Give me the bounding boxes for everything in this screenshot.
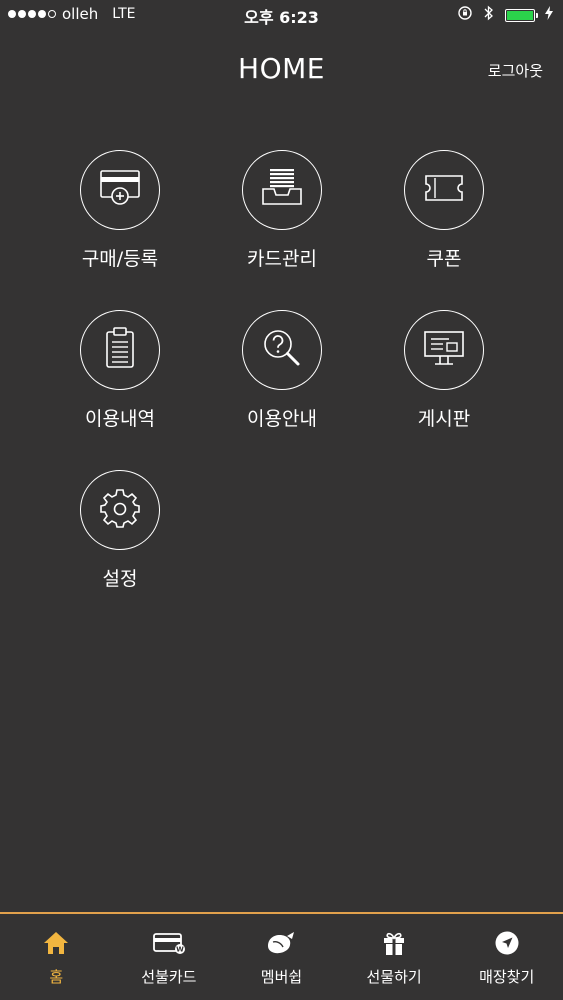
coupon-icon [422, 172, 466, 208]
location-icon [493, 928, 521, 958]
menu-label: 게시판 [417, 408, 471, 430]
menu-circle [80, 470, 160, 550]
logout-button[interactable]: 로그아웃 [488, 60, 543, 81]
tab-prepaid-card[interactable]: W 선불카드 [113, 914, 226, 1000]
menu-item-purchase-register[interactable]: 구매/등록 [39, 150, 201, 310]
board-icon [422, 328, 466, 372]
gear-icon [98, 486, 142, 534]
menu-circle [404, 310, 484, 390]
menu-item-card-management[interactable]: 카드관리 [201, 150, 363, 310]
menu-label: 카드관리 [247, 248, 317, 270]
card-add-icon [98, 168, 142, 212]
page-title: HOME [238, 52, 325, 85]
svg-text:W: W [176, 946, 184, 954]
prepaid-card-icon: W [152, 928, 186, 958]
menu-label: 설정 [102, 568, 138, 590]
menu-circle [80, 310, 160, 390]
menu-circle [404, 150, 484, 230]
menu-circle [80, 150, 160, 230]
menu-item-usage-guide[interactable]: 이용안내 [201, 310, 363, 470]
tab-label: 멤버쉽 [260, 968, 303, 986]
tab-bar: 홈 W 선불카드 멤버쉽 선물하기 매장찾기 [0, 912, 563, 1000]
menu-label: 이용안내 [247, 408, 317, 430]
gift-icon [380, 928, 408, 958]
card-stack-icon [260, 167, 304, 213]
membership-icon [265, 928, 297, 958]
menu-label: 구매/등록 [81, 248, 159, 270]
tab-gift[interactable]: 선물하기 [338, 914, 451, 1000]
menu-circle [242, 150, 322, 230]
tab-home[interactable]: 홈 [0, 914, 113, 1000]
tab-label: 선불카드 [141, 968, 197, 986]
clipboard-icon [102, 326, 138, 374]
menu-grid: 구매/등록 카드관리 쿠폰 이용내역 이용안내 게시판 설정 [39, 150, 524, 630]
bluetooth-icon [483, 5, 495, 25]
status-bar: olleh LTE 오후 6:23 [0, 0, 563, 30]
menu-circle [242, 310, 322, 390]
tab-membership[interactable]: 멤버쉽 [225, 914, 338, 1000]
tab-label: 선물하기 [366, 968, 422, 986]
menu-item-board[interactable]: 게시판 [363, 310, 525, 470]
menu-label: 쿠폰 [426, 248, 462, 270]
tab-label: 매장찾기 [479, 968, 535, 986]
help-search-icon [260, 326, 304, 374]
tab-label: 홈 [49, 968, 64, 986]
charging-icon [545, 6, 553, 24]
status-right [457, 5, 553, 25]
menu-item-coupon[interactable]: 쿠폰 [363, 150, 525, 310]
tab-store-finder[interactable]: 매장찾기 [450, 914, 563, 1000]
battery-icon [505, 8, 538, 22]
header: HOME 로그아웃 [0, 44, 563, 94]
menu-item-settings[interactable]: 설정 [39, 470, 201, 630]
rotation-lock-icon [457, 5, 473, 25]
home-icon [42, 928, 70, 958]
menu-item-usage-history[interactable]: 이용내역 [39, 310, 201, 470]
menu-label: 이용내역 [85, 408, 155, 430]
